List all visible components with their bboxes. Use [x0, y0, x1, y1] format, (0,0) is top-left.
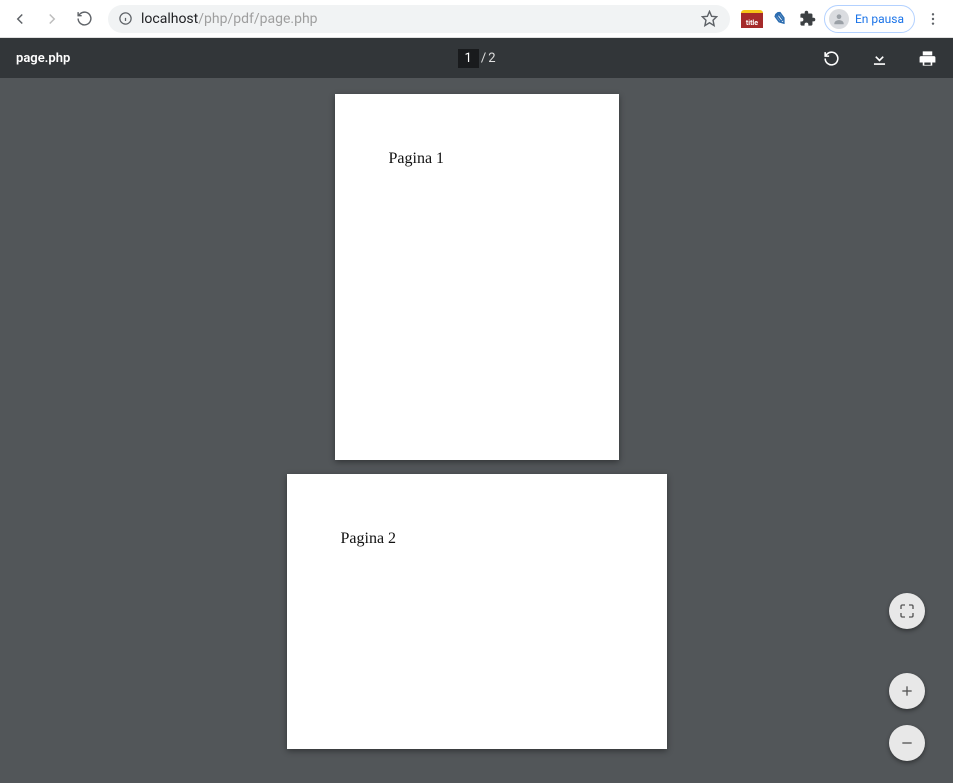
bookmark-star-icon[interactable] [700, 9, 720, 29]
zoom-out-button[interactable] [889, 725, 925, 761]
print-button[interactable] [917, 48, 937, 68]
pdf-filename: page.php [16, 51, 70, 66]
profile-chip[interactable]: En pausa [824, 5, 915, 33]
url-path: /php/pdf/page.php [198, 11, 317, 27]
page-indicator[interactable]: 1 / 2 [458, 49, 496, 68]
profile-label: En pausa [855, 12, 904, 26]
total-pages: 2 [488, 51, 495, 66]
forward-button[interactable] [38, 5, 66, 33]
download-button[interactable] [869, 48, 889, 68]
address-bar[interactable]: localhost/php/pdf/page.php [108, 5, 730, 33]
site-info-icon[interactable] [118, 11, 133, 26]
pdf-page-1[interactable]: Pagina 1 [335, 94, 619, 460]
pdf-toolbar: page.php 1 / 2 [0, 38, 953, 78]
page-separator: / [481, 51, 486, 66]
pdf-viewport[interactable]: Pagina 1 Pagina 2 [0, 78, 953, 783]
page-2-text: Pagina 2 [341, 530, 397, 547]
url-text: localhost/php/pdf/page.php [141, 11, 318, 27]
url-host: localhost [141, 11, 198, 27]
browser-menu-button[interactable] [919, 5, 947, 33]
reload-button[interactable] [70, 5, 98, 33]
extension-pen-icon[interactable]: ✎ [765, 7, 795, 31]
browser-toolbar: localhost/php/pdf/page.php ✎ En pausa [0, 0, 953, 38]
current-page[interactable]: 1 [458, 49, 479, 68]
fit-to-page-button[interactable] [889, 593, 925, 629]
avatar-icon [829, 9, 849, 29]
zoom-in-button[interactable] [889, 673, 925, 709]
zoom-controls [889, 593, 925, 761]
extensions-button[interactable] [796, 7, 820, 31]
extension-title-icon[interactable] [740, 7, 764, 31]
pdf-page-2[interactable]: Pagina 2 [287, 474, 667, 749]
back-button[interactable] [6, 5, 34, 33]
page-1-text: Pagina 1 [389, 150, 445, 167]
rotate-button[interactable] [821, 48, 841, 68]
